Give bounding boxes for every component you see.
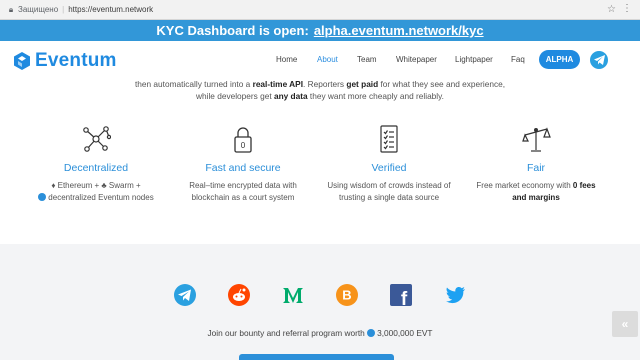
intro-text: . Reporters xyxy=(303,79,347,89)
nav-whitepaper[interactable]: Whitepaper xyxy=(396,55,437,64)
feature-line-text: Free market economy with xyxy=(476,181,573,190)
bounty-label: Join our bounty and referral program wor… xyxy=(207,328,365,338)
feature-line: trusting a single data source xyxy=(338,193,440,202)
eventum-logo-icon xyxy=(14,52,30,70)
feature-line: Real–time encrypted data with xyxy=(189,181,297,190)
intro-text: then automatically turned into a xyxy=(134,79,253,89)
feature-line-text: decentralized Eventum nodes xyxy=(48,193,154,202)
scales-icon xyxy=(522,127,551,152)
nav-home[interactable]: Home xyxy=(276,55,297,64)
feature-description: ♦ Ethereum + ♣ Swarm + decentralized Eve… xyxy=(21,180,171,204)
lock-icon: 🔒︎ xyxy=(8,4,14,14)
site-header: Eventum Home About Team Whitepaper Light… xyxy=(0,41,640,79)
telegram-icon[interactable] xyxy=(173,283,197,307)
padlock-icon: 0 xyxy=(234,127,252,153)
feature-description: Free market economy with 0 fees and marg… xyxy=(461,180,611,204)
feature-title: Fair xyxy=(526,162,546,174)
network-nodes-icon xyxy=(83,126,111,152)
feature-title: Decentralized xyxy=(63,162,129,174)
feature-fair: Fair Free market economy with 0 fees and… xyxy=(461,124,611,204)
eventum-coin-icon xyxy=(38,193,47,201)
nav-faq[interactable]: Faq xyxy=(511,55,525,64)
telegram-icon xyxy=(593,55,605,65)
facebook-icon[interactable]: f xyxy=(389,283,413,307)
browser-address-bar[interactable]: 🔒︎ Защищено | https://eventum.network ☆ … xyxy=(0,0,640,20)
feature-verified: Verified Using wisdom of crowds instead … xyxy=(314,124,464,204)
evt-coin-icon xyxy=(367,329,376,337)
intro-line-1: then automatically turned into a real-ti… xyxy=(0,79,640,89)
kyc-banner: KYC Dashboard is open: alpha.eventum.net… xyxy=(0,20,640,41)
kyc-banner-text: KYC Dashboard is open: xyxy=(156,23,309,38)
feature-line: Free market economy with 0 fees xyxy=(461,180,611,192)
secure-label: Защищено xyxy=(18,5,59,14)
svg-text:B: B xyxy=(342,288,351,303)
url-text[interactable]: https://eventum.network xyxy=(68,5,153,14)
feature-emphasis: 0 fees xyxy=(572,181,596,190)
browser-menu-icon[interactable]: ⋮ xyxy=(622,3,632,14)
bounty-cta-button[interactable] xyxy=(239,354,394,360)
checklist-icon xyxy=(380,125,398,153)
feature-description: Using wisdom of crowds instead of trusti… xyxy=(314,180,464,204)
intro-emphasis: any data xyxy=(273,91,308,101)
feature-title: Fast and secure xyxy=(205,162,281,174)
svg-text:0: 0 xyxy=(241,141,246,150)
svg-text:f: f xyxy=(401,289,408,307)
nav-about[interactable]: About xyxy=(317,55,338,64)
intro-line-2: while developers get any data they want … xyxy=(0,91,640,101)
nav-team[interactable]: Team xyxy=(357,55,377,64)
feature-line: blockchain as a court system xyxy=(191,193,295,202)
address-separator: | xyxy=(62,5,65,14)
footer-section xyxy=(0,244,640,360)
nav-lightpaper[interactable]: Lightpaper xyxy=(455,55,493,64)
intro-text: they want more cheaply and reliably. xyxy=(307,91,444,101)
feature-line: and margins xyxy=(461,192,611,204)
brand-name: Eventum xyxy=(35,50,117,71)
alpha-button[interactable]: ALPHA xyxy=(539,50,580,69)
feature-fast-secure: 0 Fast and secure Real–time encrypted da… xyxy=(168,124,318,204)
bounty-text: Join our bounty and referral program wor… xyxy=(0,328,640,338)
feature-line: Using wisdom of crowds instead of xyxy=(327,181,451,190)
intro-emphasis: real-time API xyxy=(252,79,304,89)
brand-logo[interactable]: Eventum xyxy=(14,50,117,72)
scroll-to-top-button[interactable]: « xyxy=(612,311,638,337)
medium-icon[interactable] xyxy=(281,283,305,307)
header-telegram-button[interactable] xyxy=(590,51,608,69)
intro-emphasis: get paid xyxy=(346,79,379,89)
kyc-banner-link[interactable]: alpha.eventum.network/kyc xyxy=(314,23,484,38)
feature-title: Verified xyxy=(371,162,407,174)
twitter-icon[interactable] xyxy=(443,283,467,307)
bookmark-star-icon[interactable]: ☆ xyxy=(607,4,616,15)
feature-decentralized: Decentralized ♦ Ethereum + ♣ Swarm + dec… xyxy=(21,124,171,204)
feature-emphasis: and margins xyxy=(512,193,560,202)
bounty-amount: 3,000,000 EVT xyxy=(377,328,433,338)
feature-line: ♦ Ethereum + ♣ Swarm + xyxy=(51,181,141,190)
feature-description: Real–time encrypted data with blockchain… xyxy=(168,180,318,204)
reddit-icon[interactable] xyxy=(227,283,251,307)
bitcoin-icon[interactable]: B xyxy=(335,283,359,307)
intro-text: for what they see and experience, xyxy=(378,79,506,89)
intro-text: while developers get xyxy=(196,91,274,101)
feature-line-2: decentralized Eventum nodes xyxy=(21,192,171,204)
